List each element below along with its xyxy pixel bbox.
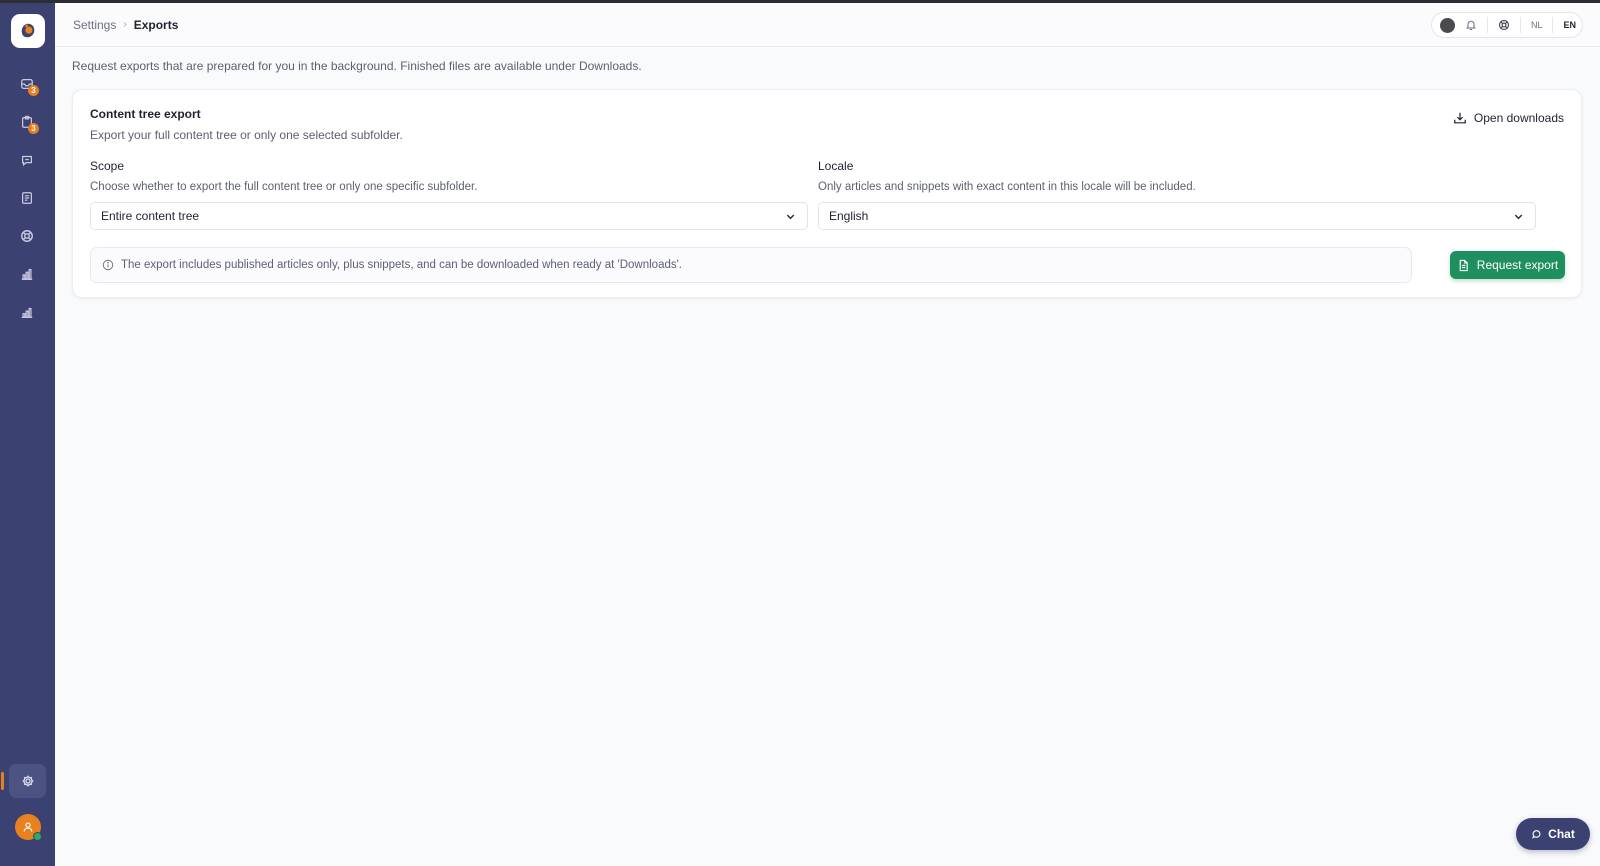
breadcrumb: Settings › Exports xyxy=(73,18,178,32)
sidebar: 3 3 xyxy=(0,3,55,866)
logo-icon xyxy=(21,23,35,38)
lifebuoy-icon xyxy=(1498,19,1510,31)
export-info-notice: The export includes published articles o… xyxy=(90,247,1412,283)
sidebar-item-settings[interactable] xyxy=(9,764,46,798)
sidebar-item-messages[interactable] xyxy=(14,147,40,173)
app-logo[interactable] xyxy=(11,14,45,48)
bar-chart-icon xyxy=(21,269,33,280)
theme-toggle[interactable] xyxy=(1439,17,1455,33)
user-avatar[interactable] xyxy=(15,814,42,841)
sidebar-item-tasks[interactable]: 3 xyxy=(14,109,40,135)
card-title: Content tree export xyxy=(90,107,201,121)
export-info-text: The export includes published articles o… xyxy=(121,259,682,271)
bell-icon xyxy=(1465,20,1476,31)
language-nl[interactable]: NL xyxy=(1531,20,1543,30)
breadcrumb-separator: › xyxy=(123,19,127,30)
info-icon xyxy=(102,259,114,271)
open-downloads-label: Open downloads xyxy=(1473,111,1564,125)
file-icon xyxy=(1459,259,1468,271)
analytics-icon xyxy=(21,307,33,318)
content-tree-export-card: Content tree export Export your full con… xyxy=(72,89,1582,298)
locale-label: Locale xyxy=(818,159,854,173)
lifebuoy-icon xyxy=(21,230,33,242)
gear-icon xyxy=(22,775,33,787)
help-button[interactable] xyxy=(1498,19,1510,31)
tasks-badge: 3 xyxy=(28,123,39,134)
toolbar-divider xyxy=(1486,17,1488,33)
main-content: Settings › Exports NL EN Request exports… xyxy=(55,3,1600,866)
top-toolbar: NL EN xyxy=(1430,12,1583,38)
online-status-dot xyxy=(33,832,42,841)
sidebar-item-inbox[interactable]: 3 xyxy=(14,71,40,97)
locale-select-value: English xyxy=(829,209,869,223)
toolbar-divider xyxy=(1519,17,1521,33)
toolbar-divider xyxy=(1552,17,1554,33)
breadcrumb-settings[interactable]: Settings xyxy=(73,18,116,32)
active-nav-marker xyxy=(1,772,4,790)
chat-icon xyxy=(1532,829,1541,839)
card-subtitle: Export your full content tree or only on… xyxy=(90,128,403,142)
chat-button[interactable]: Chat xyxy=(1516,818,1590,850)
request-export-label: Request export xyxy=(1476,258,1559,272)
chat-bubble-icon xyxy=(22,155,32,167)
language-en[interactable]: EN xyxy=(1563,20,1576,30)
chevron-down-icon xyxy=(786,214,795,219)
locale-select[interactable]: English xyxy=(818,202,1536,230)
sidebar-item-analytics[interactable] xyxy=(14,299,40,325)
scope-help: Choose whether to export the full conten… xyxy=(90,181,478,193)
notifications-button[interactable] xyxy=(1465,19,1477,31)
chat-label: Chat xyxy=(1548,827,1575,841)
app-window: 3 3 Settings › Exports NL EN Request exp… xyxy=(0,3,1600,866)
sidebar-item-articles[interactable] xyxy=(14,185,40,211)
download-icon xyxy=(1454,112,1466,124)
request-export-button[interactable]: Request export xyxy=(1450,251,1565,279)
document-icon xyxy=(22,192,32,204)
locale-help: Only articles and snippets with exact co… xyxy=(818,181,1196,193)
user-icon xyxy=(23,822,33,832)
scope-label: Scope xyxy=(90,159,125,173)
scope-select-value: Entire content tree xyxy=(101,209,200,223)
topbar: Settings › Exports NL EN xyxy=(55,3,1600,47)
sidebar-item-help[interactable] xyxy=(14,223,40,249)
inbox-badge: 3 xyxy=(28,85,39,96)
page-intro: Request exports that are prepared for yo… xyxy=(72,59,642,73)
scope-select[interactable]: Entire content tree xyxy=(90,202,808,230)
chevron-down-icon xyxy=(1514,214,1523,219)
breadcrumb-current: Exports xyxy=(133,17,179,32)
sidebar-item-reports[interactable] xyxy=(14,261,40,287)
open-downloads-button[interactable]: Open downloads xyxy=(1453,111,1564,125)
